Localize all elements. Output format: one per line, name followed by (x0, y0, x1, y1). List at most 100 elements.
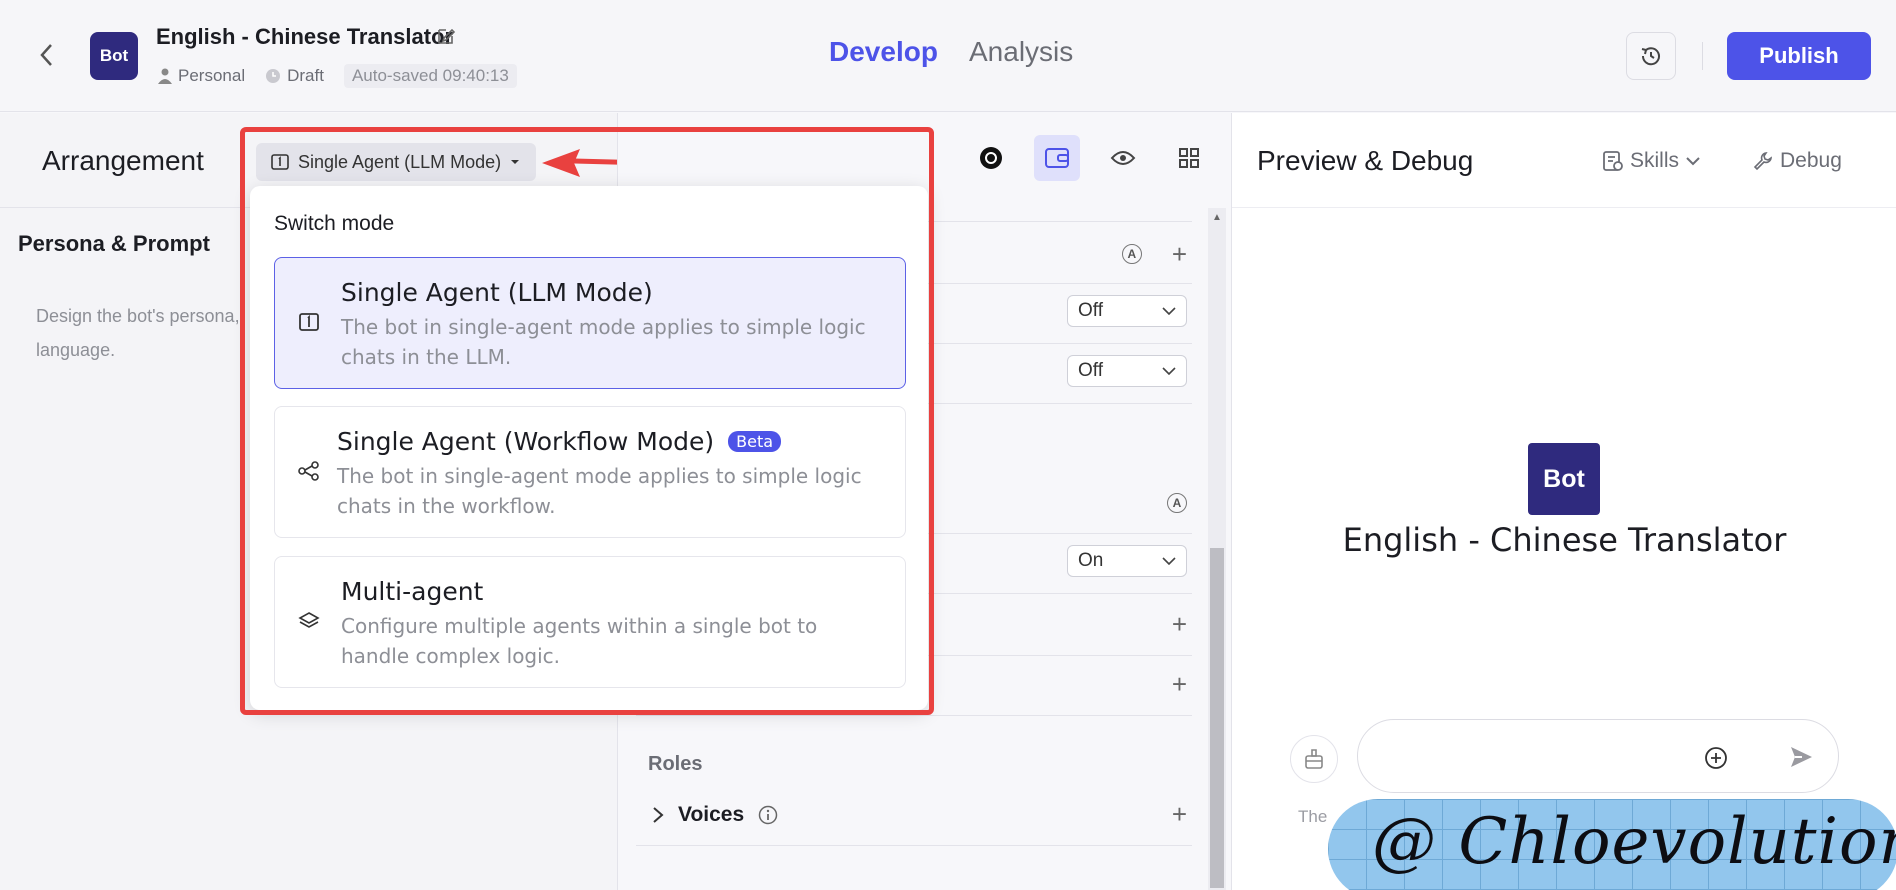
single-agent-icon (297, 310, 321, 334)
wallet-icon (1045, 148, 1069, 168)
header-divider (1702, 42, 1703, 70)
bot-meta: Personal Draft Auto-saved 09:40:13 (158, 64, 517, 88)
row-divider (636, 715, 1192, 716)
publish-button[interactable]: Publish (1727, 32, 1871, 80)
wallet-view-button[interactable] (1034, 135, 1080, 181)
autosaved-status: Auto-saved 09:40:13 (343, 64, 517, 88)
chevron-down-icon (1162, 557, 1176, 565)
debug-label: Debug (1780, 149, 1842, 172)
debug-button[interactable]: Debug (1752, 149, 1842, 173)
bot-name: English - Chinese Translator (1342, 521, 1787, 559)
mode-switch-button[interactable]: Single Agent (LLM Mode) (256, 143, 536, 181)
switch-mode-label: Switch mode (274, 212, 395, 235)
mode-option-workflow[interactable]: Single Agent (Workflow Mode) Beta The bo… (274, 406, 906, 538)
preview-debug-title: Preview & Debug (1257, 145, 1474, 176)
broom-icon (1305, 749, 1323, 769)
select-value: Off (1078, 300, 1103, 321)
personal-label: Personal (178, 66, 246, 85)
skills-label: Skills (1630, 149, 1680, 172)
beta-badge: Beta (728, 431, 782, 452)
workflow-icon (297, 459, 321, 483)
row-divider (636, 845, 1192, 846)
voices-label: Voices (678, 803, 745, 826)
model-toolbar (968, 135, 1212, 181)
user-icon (158, 68, 172, 84)
watermark-text: @ Chloevolution (1372, 805, 1896, 879)
personal-tag: Personal (158, 66, 245, 86)
draft-label: Draft (287, 66, 324, 85)
row-actions: + (1172, 611, 1187, 637)
tab-analysis[interactable]: Analysis (969, 36, 1073, 68)
caret-down-icon (511, 160, 520, 164)
layout-button[interactable] (1166, 135, 1212, 181)
history-icon (1641, 47, 1660, 66)
add-icon[interactable]: + (1172, 611, 1187, 637)
mode-option-title: Single Agent (LLM Mode) (341, 278, 653, 307)
openai-model-button[interactable] (968, 135, 1014, 181)
chevron-left-icon (40, 44, 52, 66)
scrollbar[interactable]: ▲ (1208, 208, 1226, 890)
row-actions: A (1167, 493, 1187, 513)
row-actions: A + (1121, 241, 1187, 267)
history-button[interactable] (1626, 32, 1676, 80)
select-value: On (1078, 550, 1104, 571)
clear-context-button[interactable] (1290, 735, 1338, 783)
auto-icon[interactable]: A (1167, 493, 1187, 513)
persona-prompt-input[interactable]: Design the bot's persona, language. (36, 299, 256, 367)
chevron-right-icon (653, 807, 664, 823)
eye-icon (1110, 151, 1136, 165)
persona-prompt-title: Persona & Prompt (18, 231, 210, 256)
info-icon (758, 805, 778, 825)
auto-icon[interactable]: A (1121, 244, 1142, 264)
send-icon[interactable] (1788, 744, 1814, 775)
disclaimer-text: The (1298, 807, 1328, 826)
wrench-icon (1753, 152, 1772, 171)
clock-icon (266, 69, 281, 83)
scroll-up-icon[interactable]: ▲ (1212, 212, 1222, 223)
add-icon[interactable]: + (1172, 671, 1187, 697)
mode-option-title: Multi-agent (341, 577, 484, 606)
setting-select-3[interactable]: On (1067, 545, 1187, 577)
mode-switch-label: Single Agent (LLM Mode) (298, 151, 502, 172)
back-button[interactable] (36, 40, 58, 70)
chevron-down-icon (1162, 307, 1176, 315)
mode-option-desc: The bot in single-agent mode applies to … (341, 315, 866, 369)
preview-debug-panel: Preview & Debug Skills Debug Bot English… (1231, 113, 1896, 890)
mode-dropdown: Switch mode Single Agent (LLM Mode) The … (250, 186, 928, 710)
skills-icon (1603, 151, 1623, 171)
openai-icon (980, 147, 1002, 169)
row-actions: + (1172, 671, 1187, 697)
roles-title: Roles (648, 753, 703, 775)
draft-tag: Draft (265, 66, 324, 86)
skills-button[interactable]: Skills (1602, 149, 1701, 173)
grid-icon (1179, 148, 1199, 168)
chevron-down-icon (1162, 367, 1176, 375)
bot-avatar-large: Bot (1528, 443, 1600, 515)
tab-develop[interactable]: Develop (829, 36, 938, 68)
panel-divider (1232, 207, 1896, 208)
row-actions: + (1172, 801, 1187, 827)
scrollbar-thumb[interactable] (1210, 548, 1224, 888)
preview-button[interactable] (1100, 135, 1146, 181)
mode-option-llm[interactable]: Single Agent (LLM Mode) The bot in singl… (274, 257, 906, 389)
add-attachment-icon[interactable] (1704, 746, 1728, 775)
voices-row[interactable]: Voices (652, 803, 778, 827)
setting-select-1[interactable]: Off (1067, 295, 1187, 327)
edit-icon[interactable] (436, 26, 458, 48)
mode-option-multi-agent[interactable]: Multi-agent Configure multiple agents wi… (274, 556, 906, 688)
bot-avatar: Bot (90, 32, 138, 80)
watermark: @ Chloevolution (1328, 799, 1896, 890)
chevron-down-icon (1686, 157, 1700, 166)
layers-icon (297, 609, 321, 633)
top-header: Bot English - Chinese Translator Persona… (0, 0, 1896, 112)
chat-input[interactable] (1357, 719, 1839, 793)
add-icon[interactable]: + (1172, 241, 1187, 267)
bot-title: English - Chinese Translator (156, 24, 454, 49)
mode-option-title: Single Agent (Workflow Mode) Beta (337, 427, 782, 456)
single-agent-icon (271, 154, 289, 170)
mode-option-desc: The bot in single-agent mode applies to … (337, 464, 862, 518)
add-voice-icon[interactable]: + (1172, 801, 1187, 827)
mode-option-desc: Configure multiple agents within a singl… (341, 614, 818, 668)
setting-select-2[interactable]: Off (1067, 355, 1187, 387)
arrangement-title: Arrangement (42, 145, 204, 176)
